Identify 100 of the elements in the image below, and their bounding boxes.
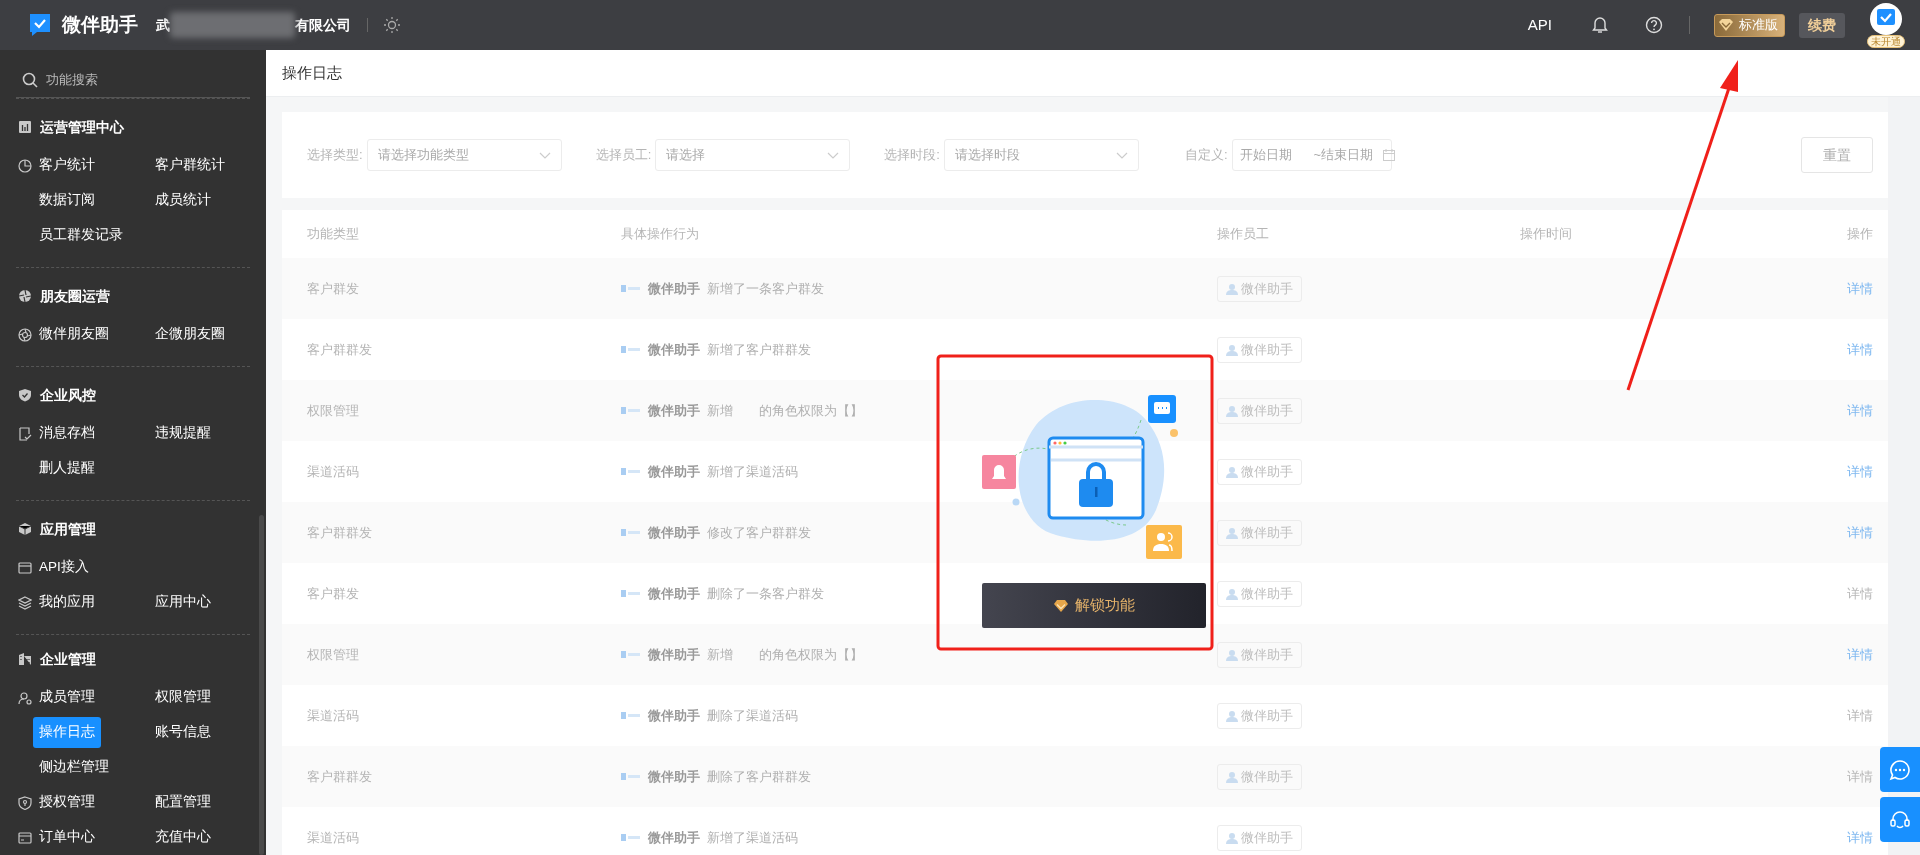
logo-icon [28, 13, 52, 37]
action-text: 新增了渠道活码 [707, 828, 798, 847]
logo-icon [621, 589, 640, 598]
user-icon [1226, 526, 1238, 539]
sidebar-item[interactable]: 授权管理 [39, 792, 95, 813]
action-text: 删除了渠道活码 [707, 706, 798, 725]
user-icon [1226, 404, 1238, 417]
sidebar-item[interactable]: 订单中心 [39, 827, 95, 848]
chat-button[interactable] [1880, 747, 1920, 792]
card-icon [18, 830, 32, 845]
operator-tag: 微伴助手 [1217, 580, 1302, 607]
sidebar-item[interactable]: 我的应用 [39, 592, 95, 613]
search-icon [22, 71, 38, 88]
logo-icon [621, 406, 640, 415]
column-header: 功能类型 [307, 225, 360, 244]
aperture-icon [18, 289, 32, 303]
user-icon [1226, 343, 1238, 356]
action-text: 删除了客户群群发 [707, 767, 811, 786]
actor-name: 微伴助手 [648, 828, 700, 847]
diamond-icon [1053, 598, 1069, 613]
window-icon [18, 560, 32, 575]
unlock-button[interactable]: 解锁功能 [982, 583, 1206, 628]
actor-name: 微伴助手 [648, 523, 700, 542]
operator-tag: 微伴助手 [1217, 275, 1302, 302]
aperture-icon [18, 327, 32, 342]
sidebar-item[interactable]: 企微朋友圈 [155, 324, 225, 345]
support-button[interactable] [1880, 797, 1920, 842]
filter-label: 选择时段: [884, 146, 940, 165]
avatar[interactable] [1870, 2, 1902, 35]
sidebar-item[interactable]: 删人提醒 [39, 458, 95, 479]
sidebar-item[interactable]: 数据订阅 [39, 190, 95, 211]
logo-icon [621, 345, 640, 354]
operator-tag: 微伴助手 [1217, 824, 1302, 851]
sidebar-item[interactable]: 配置管理 [155, 792, 211, 813]
sidebar-item[interactable]: 账号信息 [155, 722, 211, 743]
sidebar-item[interactable]: 侧边栏管理 [39, 757, 109, 778]
renew-button[interactable]: 续费 [1799, 12, 1845, 38]
sidebar-item[interactable]: 充值中心 [155, 827, 211, 848]
company-name: 有限公司 [295, 15, 351, 35]
column-header: 操作时间 [1520, 225, 1573, 244]
table-cell-text: 渠道活码 [307, 828, 360, 847]
table-cell-text: 客户群群发 [307, 767, 373, 786]
help-icon [1645, 16, 1663, 34]
action-text: 新增 的角色权限为【】 [707, 645, 863, 664]
actor-name: 微伴助手 [648, 401, 700, 420]
filter-label: 自定义: [1184, 146, 1228, 165]
document-check-icon [18, 426, 32, 441]
logo-icon [621, 711, 640, 720]
logo-icon [621, 833, 640, 842]
sidebar-item[interactable]: 成员管理 [39, 687, 95, 708]
sidebar-item[interactable]: 违规提醒 [155, 423, 211, 444]
sidebar-item[interactable]: 成员统计 [155, 190, 211, 211]
bell-icon [1592, 16, 1608, 34]
sidebar-item[interactable]: 权限管理 [155, 687, 211, 708]
actor-name: 微伴助手 [648, 462, 700, 481]
page-title: 操作日志 [282, 62, 342, 83]
operator-tag: 微伴助手 [1217, 397, 1302, 424]
user-icon [18, 690, 32, 705]
table-cell-text: 渠道活码 [307, 462, 360, 481]
operator-tag: 微伴助手 [1217, 641, 1302, 668]
action-text: 修改了客户群群发 [707, 523, 811, 542]
chevron-down-icon [538, 151, 551, 159]
chat-icon [1889, 758, 1911, 781]
action-text: 新增 的角色权限为【】 [707, 401, 863, 420]
table-cell-text: 权限管理 [307, 401, 360, 420]
theme-icon [384, 17, 400, 33]
api-link[interactable]: API [1527, 13, 1552, 37]
shield-icon [18, 795, 32, 810]
chevron-down-icon [827, 151, 840, 159]
sidebar-item[interactable]: 客户统计 [39, 155, 95, 176]
calendar-icon [1383, 149, 1396, 161]
logo-icon [621, 284, 640, 293]
filter-label: 选择类型: [307, 146, 363, 165]
company-name: 武 [156, 15, 170, 35]
section-title: 朋友圈运营 [40, 286, 110, 306]
search-field[interactable]: 功能搜索 [46, 69, 226, 90]
sidebar-item[interactable]: 微伴朋友圈 [39, 324, 109, 345]
action-text: 新增了渠道活码 [707, 462, 798, 481]
filter-label: 选择员工: [595, 146, 652, 165]
cube-icon [18, 522, 32, 536]
action-text: 新增了客户群群发 [707, 340, 811, 359]
chart-icon [18, 120, 32, 134]
user-icon [1226, 831, 1238, 844]
sidebar-item[interactable]: 应用中心 [155, 592, 211, 613]
sidebar-item[interactable]: 消息存档 [39, 423, 95, 444]
user-icon [1226, 770, 1238, 783]
operator-tag: 微伴助手 [1217, 763, 1302, 790]
sidebar-item[interactable]: 客户群统计 [155, 155, 225, 176]
column-header: 操作员工 [1217, 225, 1270, 244]
sidebar-item[interactable]: 员工群发记录 [39, 225, 123, 246]
actor-name: 微伴助手 [648, 340, 700, 359]
user-icon [1226, 282, 1238, 295]
sidebar-item[interactable]: API接入 [39, 557, 89, 578]
logo-icon [621, 467, 640, 476]
column-header: 操作 [1847, 225, 1873, 244]
section-title: 应用管理 [40, 519, 96, 539]
headset-icon [1889, 808, 1911, 831]
operator-tag: 微伴助手 [1217, 702, 1302, 729]
actor-name: 微伴助手 [648, 645, 700, 664]
section-title: 企业管理 [40, 649, 96, 669]
